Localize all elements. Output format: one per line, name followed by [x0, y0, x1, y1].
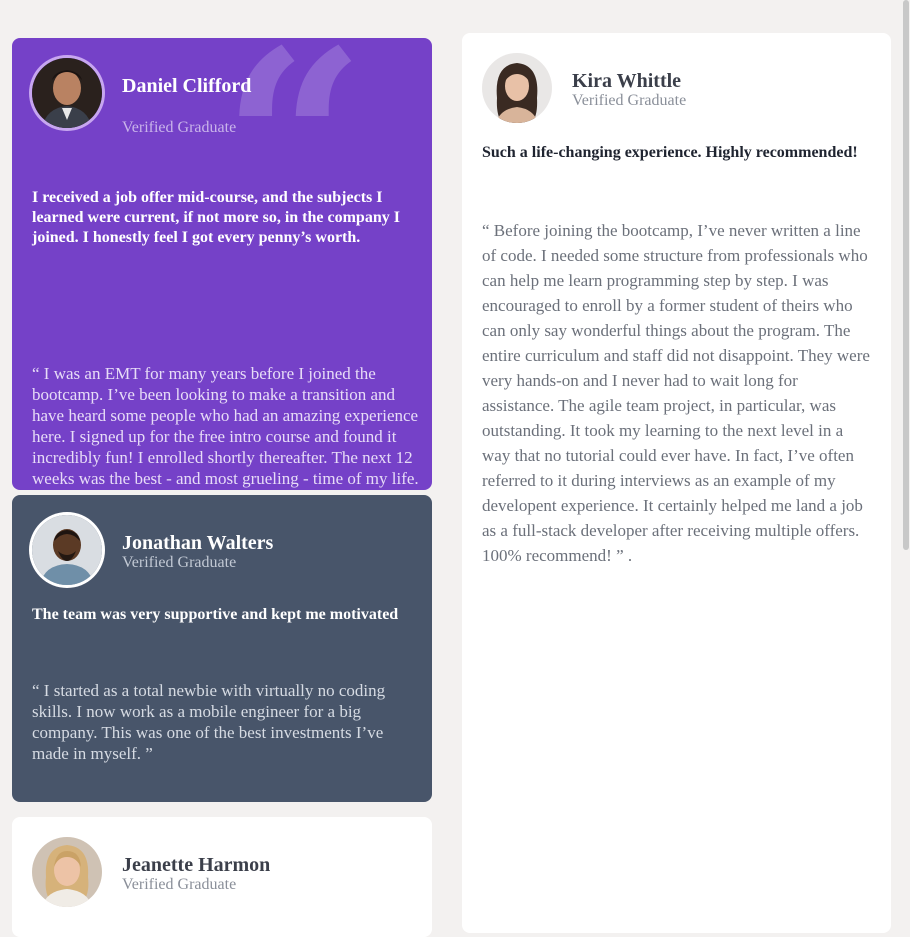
testimonial-card-daniel: “ Daniel Clifford Verified Graduate I re… — [12, 38, 432, 490]
page-scrollbar[interactable] — [902, 0, 910, 920]
testimonial-card-jeanette: Jeanette Harmon Verified Graduate — [12, 817, 432, 937]
testimonial-body: “ I started as a total newbie with virtu… — [32, 681, 386, 763]
person-name: Kira Whittle — [572, 70, 682, 92]
testimonial-headline: Such a life-changing experience. Highly … — [482, 144, 858, 161]
testimonial-body: “ Before joining the bootcamp, I’ve neve… — [482, 221, 870, 565]
testimonial-headline: I received a job offer mid-course, and t… — [32, 189, 400, 246]
testimonial-body: “ I was an EMT for many years before I j… — [32, 364, 419, 488]
testimonial-headline: The team was very supportive and kept me… — [32, 606, 399, 623]
avatar — [482, 53, 552, 123]
person-name: Jeanette Harmon — [122, 854, 271, 876]
person-role: Verified Graduate — [122, 876, 237, 893]
testimonial-card-kira: Kira Whittle Verified Graduate Such a li… — [462, 33, 891, 933]
testimonial-card-jonathan: Jonathan Walters Verified Graduate The t… — [12, 495, 432, 802]
scrollbar-thumb[interactable] — [903, 0, 909, 550]
person-name: Daniel Clifford — [122, 75, 252, 97]
person-role: Verified Graduate — [122, 554, 237, 571]
avatar — [32, 837, 102, 907]
person-role: Verified Graduate — [572, 92, 687, 109]
avatar — [32, 515, 102, 585]
person-role: Verified Graduate — [122, 119, 237, 136]
avatar — [32, 58, 102, 128]
person-name: Jonathan Walters — [122, 532, 274, 554]
